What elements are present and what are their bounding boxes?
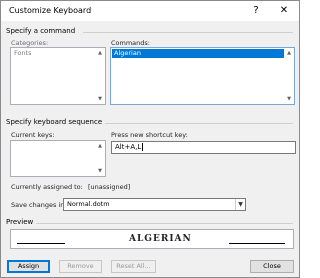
save-changes-in-value: Normal.dotm — [67, 200, 110, 208]
currently-assigned-label: Currently assigned to: — [11, 183, 83, 191]
close-button[interactable]: Close — [250, 260, 294, 273]
new-shortcut-label: Press new shortcut key: — [111, 131, 188, 139]
dialog-title: Customize Keyboard — [9, 6, 92, 15]
save-changes-in-label: Save changes in: — [11, 201, 67, 209]
scroll-down-icon[interactable]: ▼ — [96, 167, 104, 175]
reset-all-button[interactable]: Reset All... — [111, 260, 156, 273]
commands-list[interactable]: Algerian ▲ ▼ — [110, 47, 295, 105]
preview-box: ALGERIAN — [10, 229, 294, 249]
specify-keyboard-sequence-heading: Specify keyboard sequence — [6, 118, 103, 126]
close-icon[interactable]: ✕ — [271, 1, 297, 21]
specify-command-heading: Specify a command — [6, 27, 76, 35]
new-shortcut-input[interactable]: Alt+A,L — [111, 141, 296, 154]
chevron-down-icon[interactable]: ▼ — [235, 199, 245, 210]
categories-label: Categories: — [11, 39, 49, 47]
commands-label: Commands: — [111, 39, 150, 47]
save-changes-in-select[interactable]: Normal.dotm ▼ — [63, 198, 246, 211]
new-shortcut-value: Alt+A,L — [115, 143, 142, 151]
current-keys-label: Current keys: — [11, 131, 55, 139]
scroll-up-icon[interactable]: ▲ — [96, 49, 104, 57]
scroll-up-icon[interactable]: ▲ — [96, 142, 104, 150]
scroll-down-icon[interactable]: ▼ — [96, 95, 104, 103]
currently-assigned-value: [unassigned] — [88, 183, 131, 191]
section-divider — [36, 223, 293, 224]
preview-baseline-left — [17, 243, 65, 244]
command-item-algerian[interactable]: Algerian — [112, 49, 284, 58]
category-item-fonts[interactable]: Fonts — [12, 49, 104, 58]
title-bar: Customize Keyboard ? ✕ — [1, 1, 299, 21]
help-icon[interactable]: ? — [243, 1, 269, 21]
current-keys-list[interactable]: ▲ ▼ — [10, 140, 106, 177]
preview-baseline-right — [229, 243, 285, 244]
assign-button[interactable]: Assign — [7, 260, 50, 273]
customize-keyboard-dialog: Customize Keyboard ? ✕ Specify a command… — [0, 0, 300, 278]
text-caret — [142, 143, 144, 151]
scroll-down-icon[interactable]: ▼ — [285, 95, 293, 103]
remove-button[interactable]: Remove — [59, 260, 102, 273]
section-divider — [83, 32, 293, 33]
section-divider — [105, 123, 293, 124]
preview-heading: Preview — [6, 218, 34, 226]
scroll-up-icon[interactable]: ▲ — [285, 49, 293, 57]
preview-sample-text: ALGERIAN — [129, 234, 192, 244]
categories-list[interactable]: Fonts ▲ ▼ — [10, 47, 106, 105]
